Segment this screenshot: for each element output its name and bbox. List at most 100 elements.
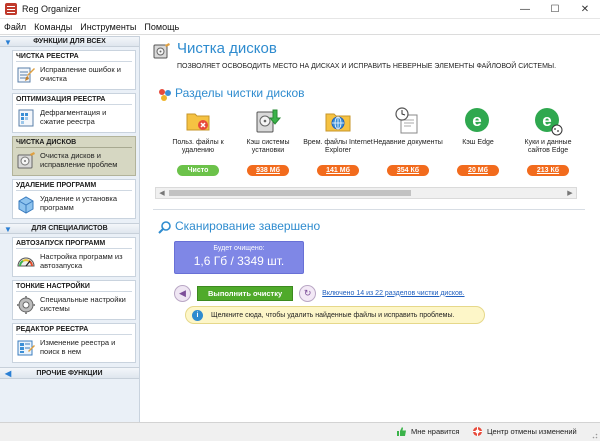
sections-icon (159, 89, 171, 101)
category-name: Куки и данные сайтов Edge (524, 139, 572, 154)
menu-commands[interactable]: Команды (34, 22, 72, 32)
sidebar: ▼ ФУНКЦИИ ДЛЯ ВСЕХ ЧИСТКА РЕЕСТРА Исправ… (0, 36, 140, 422)
sidebar-item-desc: Удаление и установка программ (40, 194, 117, 212)
section-header-all[interactable]: ▼ ФУНКЦИИ ДЛЯ ВСЕХ (0, 36, 139, 47)
divider (153, 209, 585, 210)
edge-cookies-icon: e (535, 108, 563, 136)
sidebar-item-title: ЧИСТКА ДИСКОВ (16, 139, 132, 148)
summary-value: 1,6 Гб / 3349 шт. (193, 254, 285, 268)
sidebar-item-desc: Дефрагментация и сжатие реестра (40, 108, 107, 126)
sidebar-item-registry-cleanup[interactable]: ЧИСТКА РЕЕСТРА Исправление ошибок и очис… (12, 50, 136, 90)
sidebar-item-title: РЕДАКТОР РЕЕСТРА (16, 326, 132, 335)
window-controls: — ☐ ✕ (510, 0, 600, 19)
registry-optimize-icon (18, 109, 34, 127)
undo-center-button[interactable]: Центр отмены изменений (472, 426, 577, 437)
size-badge[interactable]: 354 Кб (387, 165, 429, 176)
section-header-pro[interactable]: ▼ ДЛЯ СПЕЦИАЛИСТОВ (0, 223, 139, 234)
sidebar-item-title: УДАЛЕНИЕ ПРОГРАММ (16, 182, 132, 191)
registry-cleanup-icon (17, 67, 35, 83)
autorun-icon (17, 257, 35, 267)
section-header-label: ФУНКЦИИ ДЛЯ ВСЕХ (33, 38, 106, 45)
menu-help[interactable]: Помощь (144, 22, 179, 32)
undo-center-label: Центр отмены изменений (487, 427, 577, 436)
category-user-files[interactable]: Польз. файлы к удалению Чисто (163, 106, 233, 216)
category-list: Польз. файлы к удалению Чисто Кэш систем… (163, 106, 583, 216)
size-badge[interactable]: 20 Мб (457, 165, 499, 176)
size-badge[interactable]: 938 Мб (247, 165, 289, 176)
scrollbar-thumb[interactable] (169, 190, 411, 196)
thumbs-up-icon (397, 427, 406, 436)
window-title: Reg Organizer (22, 4, 81, 14)
sections-title: Разделы чистки дисков (175, 86, 305, 100)
sidebar-item-desc: Очистка дисков и исправление проблем (40, 151, 118, 169)
summary-label: Будет очищено: (213, 245, 265, 252)
sidebar-item-desc: Специальные настройки системы (40, 295, 126, 313)
like-label: Мне нравится (411, 427, 460, 436)
hint-tooltip[interactable]: i Щелкните сюда, чтобы удалить найденные… (185, 306, 485, 324)
sidebar-item-tweaks[interactable]: ТОНКИЕ НАСТРОЙКИ Специальные настройки с… (12, 280, 136, 320)
minimize-button[interactable]: — (510, 0, 540, 19)
category-name: Кэш Edge (462, 139, 494, 146)
sidebar-item-desc: Изменение реестра и поиск в нем (40, 338, 116, 356)
svg-text:e: e (542, 111, 551, 130)
section-header-label: ДЛЯ СПЕЦИАЛИСТОВ (31, 225, 108, 232)
action-row: ◀ Выполнить очистку ↻ Включено 14 из 22 … (174, 284, 465, 302)
title-bar: Reg Organizer — ☐ ✕ (0, 0, 600, 19)
sidebar-item-registry-editor[interactable]: РЕДАКТОР РЕЕСТРА Изменение реестра и пои… (12, 323, 136, 363)
scan-status-title: Сканирование завершено (175, 219, 321, 233)
category-edge-cookies[interactable]: e Куки и данные сайтов Edge 213 Кб (513, 106, 583, 216)
resize-grip-icon[interactable] (590, 431, 598, 439)
scroll-left-icon[interactable]: ◀ (156, 188, 168, 198)
back-button[interactable]: ◀ (174, 284, 191, 302)
lightbulb-icon: i (192, 309, 203, 321)
category-recent-docs[interactable]: Недавние документы 354 Кб (373, 106, 443, 216)
tweaks-icon (17, 296, 35, 314)
sidebar-item-registry-optimize[interactable]: ОПТИМИЗАЦИЯ РЕЕСТРА Дефрагментация и сжа… (12, 93, 136, 133)
section-header-other[interactable]: ◀ ПРОЧИЕ ФУНКЦИИ (0, 367, 139, 379)
registry-editor-icon (17, 340, 35, 356)
size-badge[interactable]: 213 Кб (527, 165, 569, 176)
category-scrollbar[interactable]: ◀ ▶ (155, 187, 577, 199)
status-badge[interactable]: Чисто (177, 165, 219, 176)
edge-cache-icon: e (465, 108, 489, 132)
sidebar-item-disk-cleanup[interactable]: ЧИСТКА ДИСКОВ Очистка дисков и исправлен… (12, 136, 136, 176)
maximize-button[interactable]: ☐ (540, 0, 570, 19)
like-button[interactable]: Мне нравится (396, 426, 459, 437)
cleanup-summary: Будет очищено: 1,6 Гб / 3349 шт. (174, 241, 304, 274)
category-edge-cache[interactable]: e Кэш Edge 20 Мб (443, 106, 513, 216)
refresh-icon[interactable]: ↻ (299, 284, 317, 302)
category-installer-cache[interactable]: Кэш системы установки 938 Мб (233, 106, 303, 216)
expand-icon: ◀ (5, 369, 12, 378)
uninstall-icon (18, 196, 34, 214)
sidebar-item-uninstall[interactable]: УДАЛЕНИЕ ПРОГРАММ Удаление и установка п… (12, 179, 136, 219)
category-name: Недавние документы (373, 139, 443, 146)
size-badge[interactable]: 141 Мб (317, 165, 359, 176)
run-cleanup-button[interactable]: Выполнить очистку (197, 285, 294, 301)
scroll-right-icon[interactable]: ▶ (564, 188, 576, 198)
close-button[interactable]: ✕ (570, 0, 600, 19)
menu-tools[interactable]: Инструменты (80, 22, 136, 32)
lifebuoy-icon (473, 427, 482, 436)
sidebar-item-title: ТОНКИЕ НАСТРОЙКИ (16, 283, 132, 292)
sidebar-item-desc: Настройка программ из автозапуска (40, 252, 123, 270)
status-bar: Мне нравится Центр отмены изменений (0, 422, 600, 441)
collapse-icon: ▼ (4, 38, 12, 47)
section-header-label: ПРОЧИЕ ФУНКЦИИ (36, 369, 103, 377)
magnifier-icon (158, 221, 171, 234)
svg-text:e: e (472, 111, 481, 130)
sidebar-item-desc: Исправление ошибок и очистка (40, 65, 121, 83)
sidebar-item-title: АВТОЗАПУСК ПРОГРАММ (16, 240, 132, 249)
menu-file[interactable]: Файл (4, 22, 26, 32)
user-files-icon (186, 113, 210, 131)
category-name: Врем. файлы Internet Explorer (303, 139, 373, 154)
category-ie-temp[interactable]: Врем. файлы Internet Explorer 141 Мб (303, 106, 373, 216)
sidebar-item-title: ЧИСТКА РЕЕСТРА (16, 53, 132, 62)
sidebar-item-autorun[interactable]: АВТОЗАПУСК ПРОГРАММ Настройка программ и… (12, 237, 136, 277)
page-title: Чистка дисков (177, 40, 277, 57)
main-panel: Чистка дисков ПОЗВОЛЯЕТ ОСВОБОДИТЬ МЕСТО… (141, 36, 600, 422)
disk-cleanup-icon (17, 152, 35, 169)
collapse-icon: ▼ (4, 225, 12, 234)
sidebar-item-title: ОПТИМИЗАЦИЯ РЕЕСТРА (16, 96, 132, 105)
sections-enabled-link[interactable]: Включено 14 из 22 разделов чистки дисков… (322, 290, 464, 297)
recent-docs-icon (395, 107, 418, 134)
